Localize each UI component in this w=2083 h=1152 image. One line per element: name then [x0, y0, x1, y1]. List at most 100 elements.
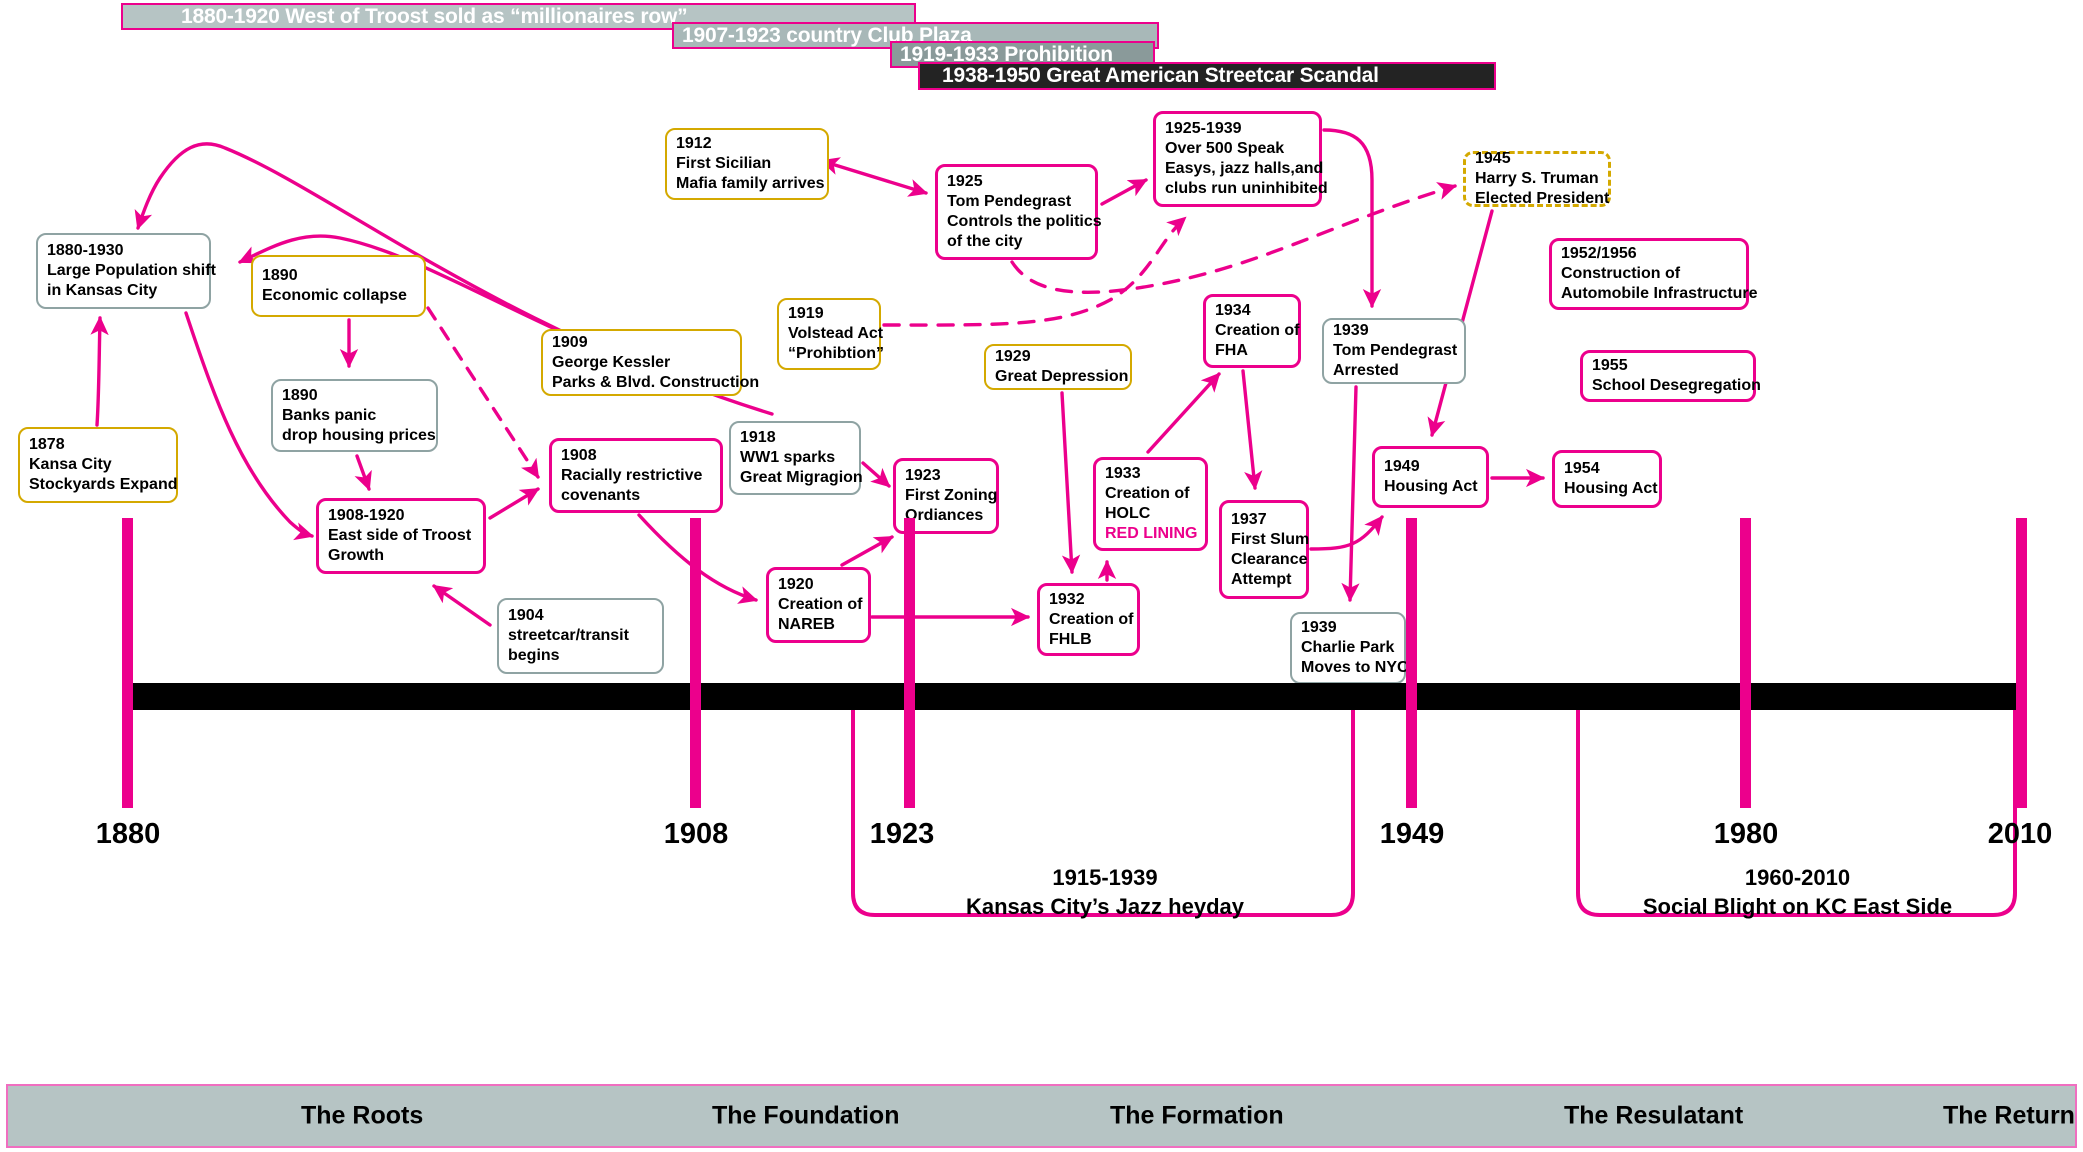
event-box-n-1912: 1912 First Sicilian Mafia family arrives	[665, 128, 829, 200]
bracket-caption-bracket-blight: 1960-2010 Social Blight on KC East Side	[1580, 864, 2015, 921]
event-box-line: WW1 sparks	[740, 449, 836, 466]
event-box-line: in Kansas City	[47, 282, 158, 299]
event-box-line: 1934	[1215, 302, 1251, 319]
connector-arrest-to-charlie	[1341, 385, 1360, 603]
connector-1912-1925-double	[820, 157, 928, 197]
connector-banks-to-eastside	[354, 454, 372, 491]
event-box-n-1890-banks: 1890 Banks panic drop housing prices	[271, 379, 438, 452]
event-box-line: Economic collapse	[262, 287, 407, 304]
event-box-line: East side of Troost	[328, 527, 472, 544]
timeline-tick-1908	[690, 518, 701, 808]
event-box-line: Creation of	[778, 596, 863, 613]
event-box-n-1954: 1954 Housing Act	[1552, 450, 1662, 508]
connector-nareb-to-zoning	[840, 535, 894, 567]
phase-bar: The Roots The Foundation The Formation The …	[6, 1084, 2077, 1148]
event-box-line: First Sicilian	[676, 155, 772, 172]
event-box-line: 1939	[1301, 619, 1337, 636]
event-box-line: Tom Pendegrast	[947, 193, 1072, 210]
event-box-line: 1920	[778, 576, 814, 593]
era-bar-streetcar-scandal: 1938-1950 Great American Streetcar Scand…	[918, 62, 1496, 90]
connector-eastside-to-covenants	[488, 487, 540, 520]
event-box-line: 1945	[1475, 150, 1511, 167]
connector-1878-to-popshift	[90, 315, 109, 427]
event-box-line: Creation of	[1105, 485, 1190, 502]
event-box-line: 1908-1920	[328, 507, 405, 524]
bracket-caption-bracket-jazz: 1915-1939 Kansas City’s Jazz heyday	[880, 864, 1330, 921]
event-box-line: 1923	[905, 467, 941, 484]
phase-formation: The Formation	[1110, 1101, 1284, 1130]
event-box-line: 1949	[1384, 458, 1420, 475]
event-box-line: Over 500 Speak	[1165, 140, 1285, 157]
event-box-line: RED LINING	[1105, 525, 1198, 542]
event-box-line: Construction of	[1561, 265, 1681, 282]
event-box-line: Great Migragion	[740, 469, 863, 486]
event-box-line: Racially restrictive	[561, 466, 703, 484]
event-box-line: 1919	[788, 305, 824, 322]
event-box-line: Banks panic	[282, 406, 377, 424]
event-box-line: FHLB	[1049, 630, 1092, 648]
event-box-line: 1890	[282, 386, 318, 404]
event-box-n-1908-1920: 1908-1920 East side of Troost Growth	[316, 498, 486, 574]
phase-roots: The Roots	[301, 1101, 424, 1130]
event-box-line: Housing Act	[1564, 480, 1658, 497]
event-box-line: George Kessler	[552, 353, 671, 371]
event-box-line: Great Depression	[995, 368, 1129, 385]
event-box-line: 1925	[947, 173, 983, 190]
event-box-line: 1890	[262, 267, 298, 284]
event-box-line: Kansa City	[29, 456, 112, 473]
event-box-n-1932: 1932 Creation of FHLB	[1037, 583, 1140, 656]
event-box-line: 1925-1939	[1165, 120, 1242, 137]
event-box-n-1925-1939: 1925-1939 Over 500 Speak Easys, jazz halls…	[1153, 111, 1328, 207]
event-box-line: Housing Act	[1384, 478, 1478, 495]
connector-1925-to-speakeasy	[1100, 178, 1148, 206]
event-box-n-1880-1930: 1880-1930 Large Population shift in Kansas…	[36, 233, 216, 309]
event-box-line: Mafia family arrives	[676, 175, 825, 192]
event-box-n-1939-arrest: 1939 Tom Pendegrast Arrested	[1322, 318, 1466, 384]
phase-return: The Return	[1943, 1101, 2075, 1130]
event-box-line: 1937	[1231, 510, 1267, 528]
event-box-n-1937: 1937 First Slum Clearance Attempt	[1219, 500, 1309, 599]
event-box-line: Arrested	[1333, 362, 1399, 379]
event-box-n-1920: 1920 Creation of NAREB	[766, 567, 871, 643]
event-box-line: Ordiances	[905, 507, 984, 524]
event-box-line: HOLC	[1105, 505, 1151, 522]
event-box-line: Growth	[328, 547, 384, 564]
timeline-tick-1880	[122, 518, 133, 808]
bracket-caption-line2: Kansas City’s Jazz heyday	[966, 893, 1244, 919]
event-box-line: 1908	[561, 446, 597, 464]
event-box-n-1955: 1955 School Desegregation	[1580, 350, 1761, 402]
event-box-line: 1933	[1105, 465, 1141, 482]
bracket-caption-line2: Social Blight on KC East Side	[1642, 893, 1953, 919]
event-box-n-1904: 1904 streetcar/transit begins	[497, 598, 664, 674]
event-box-line: 1955	[1592, 357, 1628, 374]
timeline-year-label-2010: 2010	[1987, 818, 2053, 850]
event-box-n-1939-charlie: 1939 Charlie Park Moves to NYC	[1290, 612, 1409, 684]
event-box-line: Creation of	[1049, 610, 1134, 628]
event-box-line: 1878	[29, 436, 65, 453]
timeline-year-label-1880: 1880	[95, 818, 161, 850]
event-box-line: Moves to NYC	[1301, 659, 1409, 676]
timeline-year-label-1949: 1949	[1379, 818, 1445, 850]
connector-depression-to-fhlb	[1060, 391, 1081, 575]
event-box-line: 1918	[740, 429, 776, 446]
timeline-year-label-1908: 1908	[663, 818, 729, 850]
phase-resultant: The Resulatant	[1564, 1101, 1744, 1130]
event-box-n-1909: 1909 George Kessler Parks & Blvd. Construc…	[541, 329, 759, 396]
connector-speakeasy-to-arrest	[1322, 128, 1382, 309]
timeline-bar	[124, 683, 2023, 710]
timeline-diagram: 1880-1920 West of Troost sold as “millio…	[0, 0, 2083, 1152]
event-box-line: streetcar/transit	[508, 627, 629, 644]
event-box-n-1945: 1945 Harry S. Truman Elected President	[1463, 150, 1611, 207]
connector-ww1-to-zoning	[861, 461, 891, 488]
connector-fha-to-slum	[1241, 369, 1263, 491]
event-box-line: 1939	[1333, 322, 1369, 339]
event-box-line: 1932	[1049, 590, 1085, 608]
bracket-caption-line1: 1960-2010	[1744, 865, 1851, 890]
event-box-line: Volstead Act	[788, 325, 884, 342]
event-box-line: NAREB	[778, 616, 835, 633]
event-box-line: Automobile Infrastructure	[1561, 285, 1758, 302]
event-box-line: Large Population shift	[47, 262, 216, 279]
event-box-n-1925: 1925 Tom Pendegrast Controls the politics o…	[935, 164, 1102, 260]
event-box-line: Elected President	[1475, 190, 1610, 207]
event-box-line: covenants	[561, 486, 641, 504]
